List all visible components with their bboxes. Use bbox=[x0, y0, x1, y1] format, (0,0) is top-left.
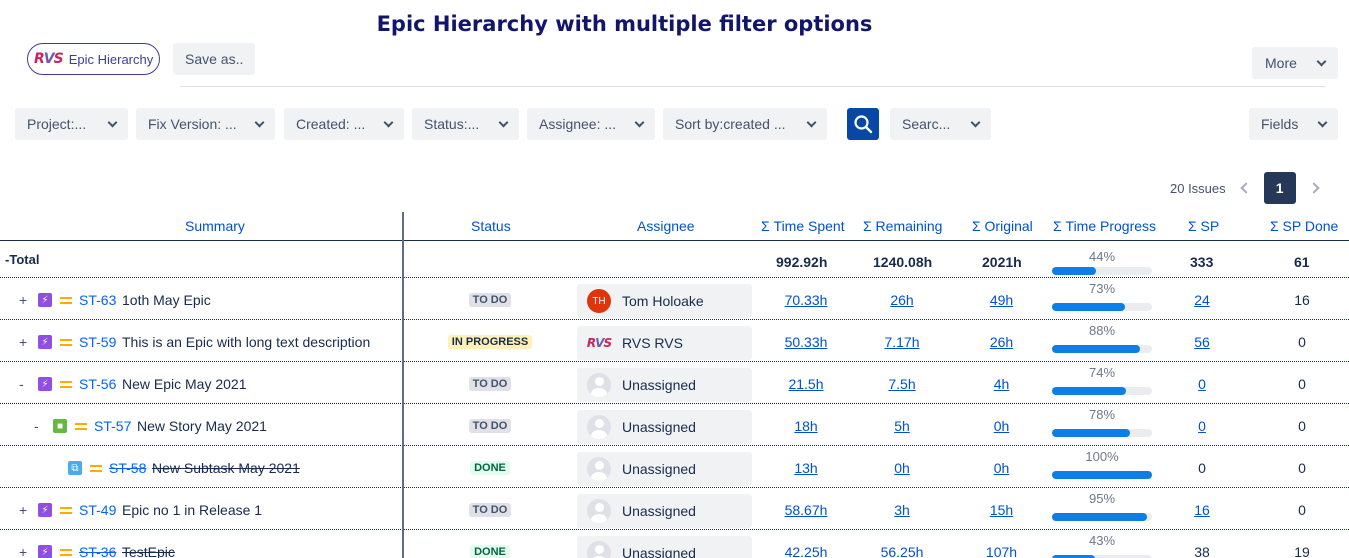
chevron-down-icon bbox=[634, 117, 645, 127]
table-row: - ■ ST-57 New Story May 2021 TO DO Unass… bbox=[0, 405, 1349, 447]
row-divider bbox=[0, 361, 1349, 362]
divider bbox=[180, 86, 1325, 87]
sp-done-cell: 0 bbox=[0, 489, 1349, 531]
row-divider bbox=[0, 445, 1349, 446]
table-row: + ⚡ ST-63 1oth May Epic TO DO TH Tom Hol… bbox=[0, 279, 1349, 321]
story-points-done: 0 bbox=[1298, 376, 1306, 392]
more-label: More bbox=[1265, 55, 1297, 71]
row-divider bbox=[0, 529, 1349, 530]
sp-done-cell: 0 bbox=[0, 363, 1349, 405]
story-points-done: 0 bbox=[1298, 460, 1306, 476]
story-points-done: 16 bbox=[1294, 292, 1310, 308]
pagination: 20 Issues 1 bbox=[1170, 172, 1320, 204]
chevron-down-icon bbox=[806, 117, 817, 127]
table-row: + ⚡ ST-59 This is an Epic with long text… bbox=[0, 321, 1349, 363]
table-row: ⧉ ST-58 New Subtask May 2021 DONE Unassi… bbox=[0, 447, 1349, 489]
column-header-sp-done[interactable]: Σ SP Done bbox=[1270, 218, 1338, 234]
assignee-filter-label: Assignee: ... bbox=[539, 116, 617, 132]
created-filter-label: Created: ... bbox=[296, 116, 366, 132]
previous-page-icon[interactable] bbox=[1239, 182, 1252, 194]
epic-hierarchy-view-button[interactable]: RVS Epic Hierarchy bbox=[27, 43, 160, 75]
more-button[interactable]: More bbox=[1252, 47, 1338, 79]
story-points-done: 19 bbox=[1294, 544, 1310, 558]
total-label-cell: - Total bbox=[5, 241, 39, 277]
save-as-button[interactable]: Save as.. bbox=[173, 43, 256, 75]
search-dropdown[interactable]: Searc... bbox=[890, 108, 991, 140]
rvs-logo-icon: RVS bbox=[34, 51, 64, 67]
total-progress-label: 44% bbox=[1088, 249, 1116, 264]
column-header-sp[interactable]: Σ SP bbox=[1188, 218, 1219, 234]
fields-button[interactable]: Fields bbox=[1249, 108, 1338, 140]
sp-done-cell: 16 bbox=[0, 279, 1349, 321]
page: Epic Hierarchy with multiple filter opti… bbox=[0, 0, 1349, 558]
sp-done-cell: 0 bbox=[0, 447, 1349, 489]
column-header-remaining[interactable]: Σ Remaining bbox=[863, 218, 942, 234]
column-header-assignee[interactable]: Assignee bbox=[637, 218, 695, 234]
row-divider bbox=[0, 403, 1349, 404]
search-icon bbox=[854, 115, 873, 134]
status-filter-label: Status:... bbox=[424, 116, 480, 132]
total-label: Total bbox=[9, 251, 40, 267]
column-header-summary[interactable]: Summary bbox=[185, 218, 245, 234]
chevron-down-icon bbox=[107, 117, 118, 127]
view-name-label: Epic Hierarchy bbox=[68, 51, 154, 67]
column-header-status[interactable]: Status bbox=[471, 218, 511, 234]
story-points-done: 0 bbox=[1298, 334, 1306, 350]
created-filter[interactable]: Created: ... bbox=[284, 108, 404, 140]
assignee-filter[interactable]: Assignee: ... bbox=[527, 108, 655, 140]
table-row: + ⚡ ST-36 TestEpic DONE Unassigned 42.25… bbox=[0, 531, 1349, 558]
total-row: - Total 992.92h 1240.08h 2021h 44% 333 6… bbox=[0, 241, 1349, 277]
chevron-down-icon bbox=[970, 117, 981, 127]
project-filter-label: Project:... bbox=[27, 116, 87, 132]
chevron-down-icon bbox=[1317, 117, 1328, 127]
row-divider bbox=[0, 277, 1349, 278]
sp-done-cell: 0 bbox=[0, 405, 1349, 447]
story-points-done: 0 bbox=[1298, 502, 1306, 518]
column-header-time-spent[interactable]: Σ Time Spent bbox=[761, 218, 845, 234]
sp-done-cell: 0 bbox=[0, 321, 1349, 363]
sort-by-dropdown[interactable]: Sort by:created ... bbox=[663, 108, 827, 140]
table-row: - ⚡ ST-56 New Epic May 2021 TO DO Unassi… bbox=[0, 363, 1349, 405]
current-page-button[interactable]: 1 bbox=[1263, 172, 1296, 204]
fix-version-filter-label: Fix Version: ... bbox=[148, 116, 237, 132]
fix-version-filter[interactable]: Fix Version: ... bbox=[136, 108, 275, 140]
page-headline: Epic Hierarchy with multiple filter opti… bbox=[376, 12, 873, 36]
chevron-down-icon bbox=[383, 117, 394, 127]
row-divider bbox=[0, 487, 1349, 488]
sort-by-label: Sort by:created ... bbox=[675, 116, 786, 132]
row-divider bbox=[0, 319, 1349, 320]
project-filter[interactable]: Project:... bbox=[15, 108, 128, 140]
sp-done-cell: 19 bbox=[0, 531, 1349, 558]
chevron-down-icon bbox=[498, 117, 509, 127]
total-progress-fill bbox=[1052, 267, 1096, 275]
total-progress-track bbox=[1052, 267, 1152, 275]
column-header-time-progress[interactable]: Σ Time Progress bbox=[1053, 218, 1156, 234]
column-header-original[interactable]: Σ Original bbox=[972, 218, 1033, 234]
issue-count: 20 Issues bbox=[1170, 180, 1226, 196]
story-points-done: 0 bbox=[1298, 418, 1306, 434]
table-row: + ⚡ ST-49 Epic no 1 in Release 1 TO DO U… bbox=[0, 489, 1349, 531]
search-button[interactable] bbox=[847, 108, 879, 140]
chevron-down-icon bbox=[1316, 56, 1327, 66]
fields-label: Fields bbox=[1261, 116, 1299, 132]
next-page-icon[interactable] bbox=[1307, 182, 1320, 194]
frozen-column-divider bbox=[402, 212, 404, 558]
chevron-down-icon bbox=[254, 117, 265, 127]
status-filter[interactable]: Status:... bbox=[412, 108, 519, 140]
search-dropdown-label: Searc... bbox=[902, 116, 951, 132]
